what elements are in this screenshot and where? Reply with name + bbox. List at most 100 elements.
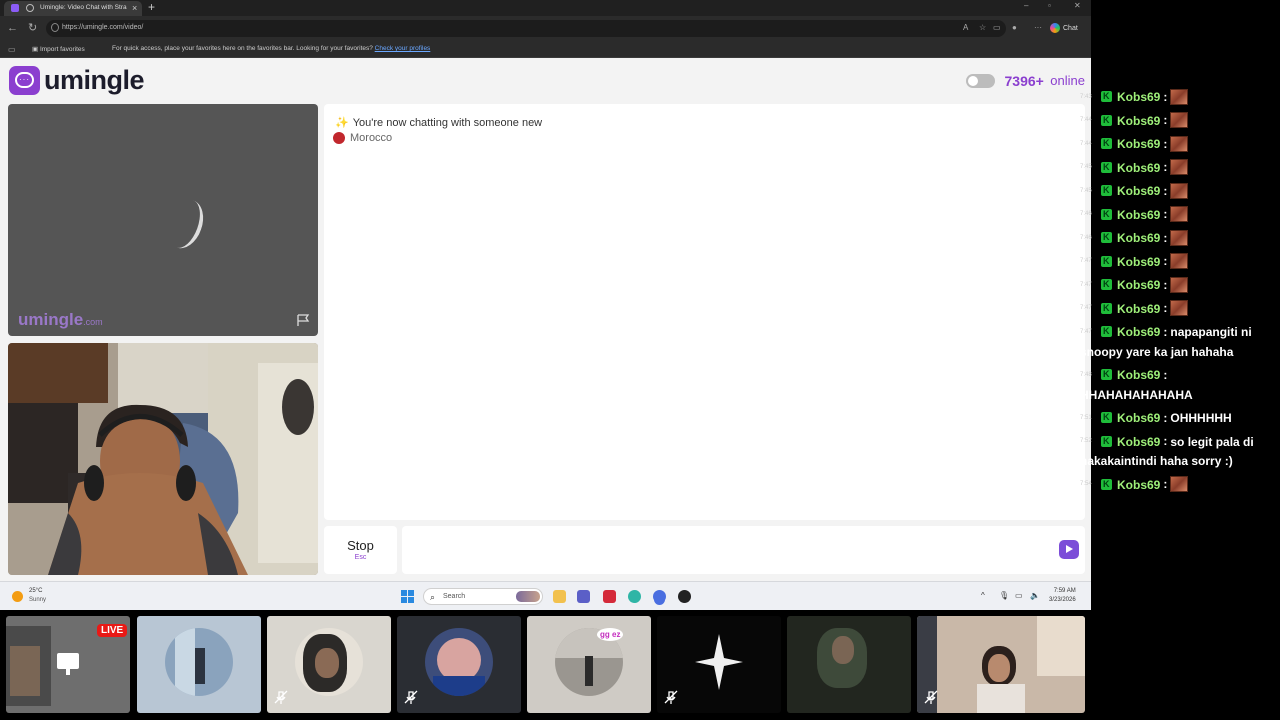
thumbnail-viewer-4[interactable] (397, 616, 521, 713)
maximize-icon[interactable]: ▫ (1048, 1, 1051, 10)
sidebar-toggle-icon[interactable]: ▭ (8, 44, 16, 56)
chat-username[interactable]: Kobs69 (1117, 434, 1160, 448)
kick-badge-icon (1101, 208, 1112, 220)
muted-mic-icon (924, 690, 938, 704)
chat-username[interactable]: Kobs69 (1117, 477, 1160, 491)
chat-username[interactable]: Kobs69 (1117, 301, 1160, 315)
favorites-bar: ▭ ▣ Import favorites For quick access, p… (0, 42, 1091, 58)
thumbnail-viewer-6[interactable] (657, 616, 781, 713)
refresh-icon[interactable]: ↻ (28, 22, 37, 34)
chat-emote-icon (1170, 182, 1189, 199)
stream-chat-message: 7:45Kobs69: (1080, 157, 1280, 178)
import-favorites-button[interactable]: ▣ Import favorites (32, 45, 85, 53)
send-button[interactable] (1059, 540, 1079, 559)
kick-badge-icon (1101, 255, 1112, 267)
weather-sun-icon[interactable] (12, 591, 23, 602)
camera-feed-image (8, 343, 318, 575)
chat-emote-icon (1170, 88, 1189, 105)
chat-emote-icon (1170, 112, 1189, 129)
chat-username[interactable]: Kobs69 (1117, 231, 1160, 245)
network-icon[interactable]: ▭ (1015, 591, 1023, 600)
message-input[interactable] (402, 526, 1085, 574)
chat-username[interactable]: Kobs69 (1117, 90, 1160, 104)
weather-temperature: 25°C (29, 588, 43, 594)
online-toggle[interactable] (966, 73, 996, 88)
file-explorer-icon[interactable] (553, 590, 566, 603)
tab-umingle[interactable]: Umingle: Video Chat with Stra × (4, 1, 142, 16)
more-menu-icon[interactable]: ··· (1034, 23, 1042, 32)
kick-badge-icon (1101, 368, 1112, 381)
chat-username[interactable]: Kobs69 (1117, 254, 1160, 268)
stream-chat-message: 7:44Kobs69: (1080, 110, 1280, 131)
message-timestamp: 7:47 (1080, 305, 1092, 312)
report-flag-icon[interactable] (296, 314, 310, 327)
teams-icon[interactable] (577, 590, 590, 603)
kick-badge-icon (1101, 302, 1112, 314)
new-tab-icon[interactable]: + (148, 0, 155, 15)
check-profiles-link[interactable]: Check your profiles (375, 45, 431, 52)
thumbnail-viewer-5[interactable]: gg ez (527, 616, 651, 713)
copilot-chat-button[interactable]: Chat (1050, 20, 1088, 37)
stream-chat-message: 7:52Kobs69:so legit pala dinakakaintindi… (1080, 431, 1280, 472)
logo-chat-icon: ··· (9, 66, 40, 95)
message-timestamp: 7:45 (1080, 164, 1092, 171)
stream-chat-message: 7:54Kobs69: (1080, 474, 1280, 495)
chat-username[interactable]: Kobs69 (1117, 137, 1160, 151)
online-indicator: 7396+ online (966, 72, 1085, 89)
site-info-icon[interactable] (51, 23, 59, 32)
stop-button[interactable]: Stop Esc (324, 526, 397, 574)
stream-chat-message: 7:48Kobs69:HHAHAHAHAHAHA (1080, 364, 1280, 405)
message-timestamp: 7:46 (1080, 234, 1092, 241)
back-icon[interactable]: ← (7, 22, 18, 34)
thumbnail-viewer-2[interactable] (137, 616, 261, 713)
taskbar-search[interactable]: ⌕ Search (423, 588, 543, 605)
chat-username[interactable]: Kobs69 (1117, 411, 1160, 425)
message-timestamp: 7:44 (1080, 117, 1092, 124)
copilot-icon (1050, 23, 1060, 34)
favorite-star-icon[interactable]: ☆ (979, 23, 986, 32)
avatar (295, 628, 363, 696)
tray-overflow-icon[interactable]: ^ (981, 591, 985, 600)
read-aloud-icon[interactable]: A (963, 23, 968, 32)
chat-username[interactable]: Kobs69 (1117, 325, 1160, 339)
active-browser-icon[interactable] (653, 590, 666, 603)
close-window-icon[interactable]: ✕ (1074, 1, 1081, 10)
umingle-page: ··· umingle 7396+ online umingle.com ✨ Y… (0, 59, 1091, 581)
message-timestamp: 7:43 (1080, 93, 1092, 100)
chat-emote-icon (1170, 300, 1189, 317)
kick-badge-icon (1101, 278, 1112, 291)
minimize-icon[interactable]: – (1024, 1, 1028, 10)
start-windows-icon[interactable] (401, 590, 414, 603)
microphone-icon[interactable]: 🎙 (999, 591, 1009, 600)
tab-close-icon[interactable]: × (132, 2, 137, 14)
screen-share-icon (57, 653, 79, 669)
favorites-hint: For quick access, place your favorites h… (112, 45, 431, 52)
volume-icon[interactable]: 🔈 (1030, 591, 1040, 600)
edge-browser-icon[interactable] (628, 590, 641, 603)
video-watermark: umingle.com (18, 310, 103, 329)
thumbnail-viewer-8[interactable] (917, 616, 1085, 713)
store-app-icon[interactable] (603, 590, 616, 603)
stream-chat-message: 7:47Kobs69:napapangiti nisnoopy yare ka … (1080, 321, 1280, 362)
url-field[interactable]: https://umingle.com/video/ (46, 20, 1006, 37)
muted-mic-icon (404, 690, 418, 704)
obs-icon[interactable] (678, 590, 691, 603)
chat-username[interactable]: Kobs69 (1117, 160, 1160, 174)
system-clock[interactable]: 7:59 AM 3/23/2026 (1049, 587, 1076, 605)
chat-emote-icon (1170, 206, 1189, 223)
kick-badge-icon (1101, 137, 1112, 150)
message-timestamp: 7:47 (1080, 281, 1092, 288)
chat-username[interactable]: Kobs69 (1117, 184, 1160, 198)
split-screen-icon[interactable]: ▭ (993, 23, 1001, 32)
chat-username[interactable]: Kobs69 (1117, 278, 1160, 292)
chat-username[interactable]: Kobs69 (1117, 113, 1160, 127)
profile-icon[interactable]: ● (1012, 23, 1017, 32)
thumbnail-viewer-3[interactable] (267, 616, 391, 713)
chat-username[interactable]: Kobs69 (1117, 207, 1160, 221)
thumbnail-host-screen[interactable]: LIVE (6, 616, 130, 713)
stream-chat-message: 7:46Kobs69: (1080, 204, 1280, 225)
stream-chat-message: 7:46Kobs69: (1080, 227, 1280, 248)
stream-chat-message: 7:47Kobs69: (1080, 251, 1280, 272)
thumbnail-viewer-7[interactable] (787, 616, 911, 713)
chat-username[interactable]: Kobs69 (1117, 368, 1160, 382)
